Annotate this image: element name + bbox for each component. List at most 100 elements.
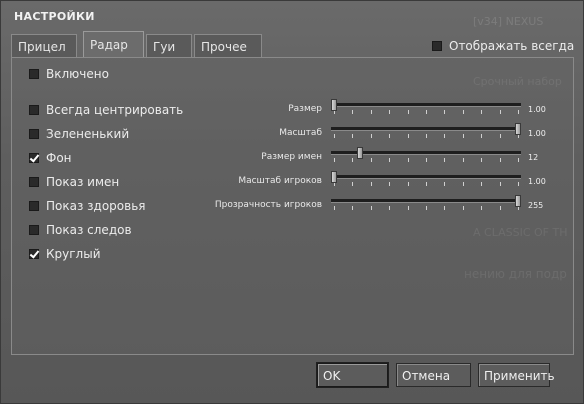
enabled-checkbox[interactable] (29, 69, 39, 79)
slider-label: Прозрачность игроков (214, 200, 322, 210)
slider-tick (481, 182, 483, 186)
slider-value: 1.00 (528, 105, 546, 114)
slider-tick (389, 206, 391, 210)
slider-tick (462, 134, 464, 138)
slider-tick (407, 158, 409, 162)
player-opacity-slider[interactable] (331, 195, 521, 210)
name-size-slider[interactable] (331, 147, 521, 162)
cancel-button[interactable]: Отмена (396, 363, 471, 387)
slider-tick (499, 182, 501, 186)
slider-track[interactable] (331, 175, 521, 179)
round-checkbox[interactable] (29, 249, 39, 259)
slider-tick (462, 206, 464, 210)
slider-tick (407, 134, 409, 138)
option-background[interactable]: Фон (29, 150, 72, 166)
player-scale-slider[interactable] (331, 171, 521, 186)
slider-tick (444, 158, 446, 162)
slider-value: 1.00 (528, 177, 546, 186)
background-checkbox[interactable] (29, 153, 39, 163)
slider-tick (426, 158, 427, 162)
tab-gui[interactable]: Гуи (146, 34, 192, 57)
slider-value: 255 (528, 201, 544, 210)
tab-other[interactable]: Прочее (194, 34, 262, 57)
option-label: Зелененький (46, 127, 130, 141)
scale-slider[interactable] (331, 123, 521, 138)
option-round[interactable]: Круглый (29, 246, 101, 262)
slider-thumb[interactable] (331, 99, 337, 111)
slider-track[interactable] (331, 127, 521, 131)
slider-value: 12 (528, 153, 539, 162)
slider-tick (334, 158, 335, 162)
option-label: Включено (46, 67, 109, 81)
option-show-health[interactable]: Показ здоровья (29, 198, 146, 214)
always-center-checkbox[interactable] (29, 105, 39, 115)
slider-tick (444, 182, 446, 186)
show-always-checkbox[interactable] (432, 41, 442, 51)
slider-tick (462, 158, 464, 162)
slider-tick (499, 158, 501, 162)
slider-tick (518, 110, 519, 114)
slider-tick (370, 206, 372, 210)
tab-radar[interactable]: Радар (83, 31, 144, 58)
size-slider[interactable] (331, 99, 521, 114)
slider-tick (407, 206, 409, 210)
slider-tick (462, 110, 464, 114)
slider-thumb[interactable] (515, 123, 521, 135)
ok-button[interactable]: OK (317, 363, 388, 387)
slider-tick (426, 206, 427, 210)
tab-aim[interactable]: Прицел (11, 34, 77, 57)
option-show-names[interactable]: Показ имен (29, 174, 119, 190)
show-always-toggle[interactable]: Отображать всегда (432, 38, 574, 54)
slider-tick (444, 134, 446, 138)
slider-tick (352, 158, 354, 162)
option-label: Показ здоровья (46, 199, 146, 213)
show-trails-checkbox[interactable] (29, 225, 39, 235)
slider-label: Размер (288, 104, 322, 114)
slider-tick (481, 158, 483, 162)
slider-track[interactable] (331, 199, 521, 203)
slider-tick (518, 182, 519, 186)
apply-button[interactable]: Применить (478, 363, 555, 387)
slider-tick (389, 110, 391, 114)
slider-tick (352, 110, 354, 114)
slider-tick (352, 182, 354, 186)
settings-window: [v34] NEXUS Срочный набор A CLASSIC OF T… (0, 0, 584, 404)
slider-tick (499, 206, 501, 210)
slider-tick (334, 134, 335, 138)
slider-tick (481, 110, 483, 114)
slider-tick (444, 110, 446, 114)
slider-tick (370, 134, 372, 138)
show-names-checkbox[interactable] (29, 177, 39, 187)
show-health-checkbox[interactable] (29, 201, 39, 211)
slider-tick (389, 158, 391, 162)
slider-tick (334, 206, 335, 210)
slider-tick (389, 134, 391, 138)
slider-label: Масштаб (279, 128, 322, 138)
slider-tick (407, 182, 409, 186)
slider-tick (352, 134, 354, 138)
option-enabled[interactable]: Включено (29, 66, 109, 82)
option-green[interactable]: Зелененький (29, 126, 129, 142)
slider-tick (426, 134, 427, 138)
background-text: [v34] NEXUS (473, 15, 544, 28)
slider-tick (499, 110, 501, 114)
slider-tick (370, 110, 372, 114)
slider-label: Размер имен (261, 152, 322, 162)
option-label: Фон (46, 151, 72, 165)
slider-tick (444, 206, 446, 210)
slider-thumb[interactable] (515, 195, 521, 207)
window-title: НАСТРОЙКИ (14, 10, 95, 23)
slider-track[interactable] (331, 103, 521, 107)
slider-value: 1.00 (528, 129, 546, 138)
slider-thumb[interactable] (356, 147, 363, 159)
slider-label: Масштаб игроков (238, 176, 322, 186)
green-checkbox[interactable] (29, 129, 39, 139)
slider-tick (370, 158, 372, 162)
slider-tick (481, 206, 483, 210)
slider-tick (426, 110, 427, 114)
slider-thumb[interactable] (331, 171, 337, 183)
option-show-trails[interactable]: Показ следов (29, 222, 132, 238)
option-label: Круглый (46, 247, 101, 261)
option-label: Показ следов (46, 223, 132, 237)
slider-tick (499, 134, 501, 138)
